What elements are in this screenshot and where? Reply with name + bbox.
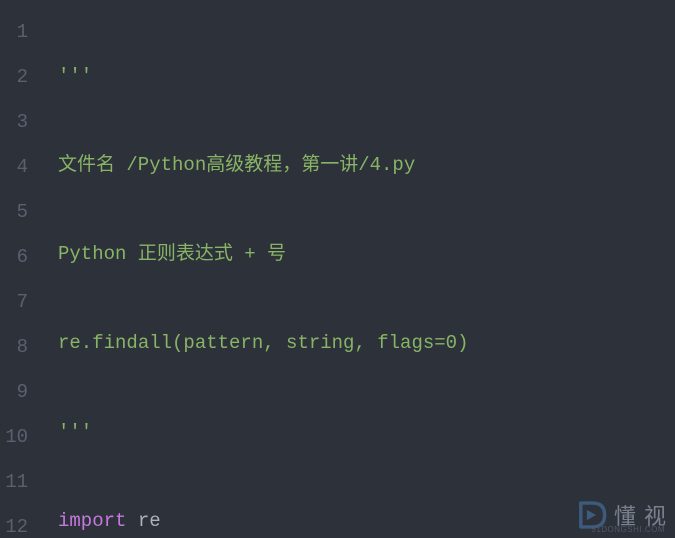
code-line[interactable]: import re: [58, 499, 675, 538]
line-number: 11: [0, 460, 38, 505]
line-number-gutter: 1 2 3 4 5 6 7 8 9 10 11 12: [0, 0, 38, 538]
line-number: 7: [0, 280, 38, 325]
code-line[interactable]: 文件名 /Python高级教程，第一讲/4.py: [58, 143, 675, 188]
line-number: 5: [0, 190, 38, 235]
code-line[interactable]: re.findall(pattern, string, flags=0): [58, 321, 675, 366]
code-token: ''': [58, 421, 92, 443]
code-token: re.findall(pattern, string, flags=0): [58, 332, 468, 354]
code-token: Python 正则表达式 + 号: [58, 243, 286, 265]
line-number: 4: [0, 145, 38, 190]
code-editor[interactable]: 1 2 3 4 5 6 7 8 9 10 11 12 ''' 文件名 /Pyth…: [0, 0, 675, 538]
code-token: import: [58, 510, 126, 532]
code-token: re: [126, 510, 160, 532]
line-number: 6: [0, 235, 38, 280]
code-line[interactable]: ''': [58, 410, 675, 455]
code-area[interactable]: ''' 文件名 /Python高级教程，第一讲/4.py Python 正则表达…: [38, 0, 675, 538]
line-number: 2: [0, 55, 38, 100]
code-token: ''': [58, 65, 92, 87]
line-number: 9: [0, 370, 38, 415]
line-number: 8: [0, 325, 38, 370]
line-number: 3: [0, 100, 38, 145]
line-number: 12: [0, 505, 38, 538]
line-number: 10: [0, 415, 38, 460]
code-token: 文件名 /Python高级教程，第一讲/4.py: [58, 154, 415, 176]
code-line[interactable]: ''': [58, 54, 675, 99]
code-line[interactable]: Python 正则表达式 + 号: [58, 232, 675, 277]
line-number: 1: [0, 10, 38, 55]
